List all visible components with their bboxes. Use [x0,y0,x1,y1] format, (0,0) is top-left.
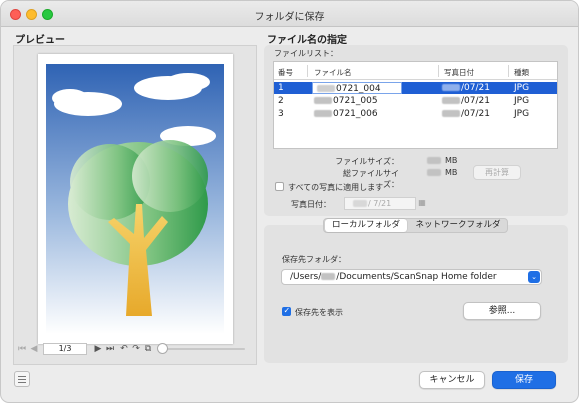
photo-date-field-value: / 7/21 [368,199,392,208]
redacted-text [317,85,335,92]
row-number: 3 [278,109,284,119]
preview-title: プレビュー [15,35,65,46]
first-page-icon[interactable]: ⏮ [17,343,27,355]
file-type-value: JPG [514,109,530,119]
rotate-right-icon[interactable]: ↷ [131,343,141,355]
file-name-spec-title: ファイル名の指定 [267,35,347,46]
column-header-number[interactable]: 番号 [278,67,293,78]
rotate-left-icon[interactable]: ↶ [119,343,129,355]
file-type-value: JPG [514,83,530,93]
titlebar: フォルダに保存 [1,1,578,27]
fit-page-icon[interactable]: ⧉ [143,343,153,355]
zoom-slider-track[interactable] [165,348,245,350]
show-destination-checkbox[interactable] [282,306,291,316]
tab-local-folder[interactable]: ローカルフォルダ [325,219,407,232]
photo-date-field[interactable]: / 7/21 [344,197,416,210]
cancel-button[interactable]: キャンセル [419,371,485,389]
redacted-text [427,157,441,164]
file-size-label: ファイルサイズ： [335,157,399,166]
row-number: 1 [278,83,284,93]
column-header-file-name[interactable]: ファイル名 [314,67,352,78]
destination-path-prefix: /Users/ [290,272,322,282]
file-name-edit-field[interactable]: 0721_004 [312,82,402,94]
file-name-value: 0721_006 [333,109,378,119]
redacted-text [353,200,367,207]
save-button[interactable]: 保存 [492,371,556,389]
folder-group [264,225,568,363]
zoom-slider-knob[interactable] [157,343,168,354]
sidebar-toggle-icon[interactable] [14,371,30,387]
table-row[interactable]: 1 0721_004 /07/21 JPG [274,82,557,94]
redacted-text [442,110,460,117]
preview-pane [13,45,257,365]
browse-button[interactable]: 参照... [463,302,541,320]
photo-date-value: /07/21 [461,109,490,119]
previous-page-icon[interactable]: ◀ [29,343,39,355]
redacted-text [314,110,332,117]
next-page-icon[interactable]: ▶ [93,343,103,355]
destination-path-suffix: /Documents/ScanSnap Home folder [336,272,497,282]
file-list-table: 番号 ファイル名 写真日付 種類 1 0721_004 /07/21 JPG 2… [273,61,558,149]
redacted-text [442,97,460,104]
window-title: フォルダに保存 [254,12,325,23]
redacted-text [314,97,332,104]
destination-folder-select[interactable]: /Users/ /Documents/ScanSnap Home folder ⌄ [281,269,542,285]
file-name-value: 0721_004 [336,84,381,94]
row-number: 2 [278,96,284,106]
destination-folder-label: 保存先フォルダ： [282,255,346,264]
column-header-photo-date[interactable]: 写真日付 [444,67,474,78]
redacted-text [321,273,336,280]
chevron-down-icon[interactable]: ⌄ [528,271,540,283]
preview-controls: ⏮ ◀ 1/3 ▶ ⏭ ↶ ↷ ⧉ [13,343,257,357]
tab-network-folder[interactable]: ネットワークフォルダ [409,219,507,232]
show-destination-label: 保存先を表示 [295,308,343,317]
total-file-size-unit: MB [445,168,458,177]
table-row[interactable]: 2 0721_005 /07/21 JPG [274,95,557,107]
column-header-type[interactable]: 種類 [514,67,529,78]
recalculate-button[interactable]: 再計算 [473,165,521,180]
preview-image [38,54,233,344]
table-row[interactable]: 3 0721_006 /07/21 JPG [274,108,557,120]
photo-date-label: 写真日付： [291,200,331,209]
calendar-icon[interactable]: ▦ [416,197,428,210]
last-page-icon[interactable]: ⏭ [105,343,115,355]
file-size-unit: MB [445,156,458,165]
apply-all-label: すべての写真に適用します [288,183,384,192]
photo-date-value: /07/21 [461,83,490,93]
save-to-folder-dialog: フォルダに保存 プレビュー ⏮ ◀ 1/3 ▶ ⏭ ↶ ↷ ⧉ ファイル名の指定… [0,0,579,403]
tree-illustration [38,54,233,344]
file-name-value: 0721_005 [333,96,378,106]
redacted-text [427,169,441,176]
apply-all-checkbox[interactable] [275,182,284,191]
redacted-text [442,84,460,91]
photo-date-value: /07/21 [461,96,490,106]
folder-type-segmented-control: ローカルフォルダ ネットワークフォルダ [323,218,508,233]
table-header: 番号 ファイル名 写真日付 種類 [274,62,557,80]
page-number-field[interactable]: 1/3 [43,343,87,355]
file-list-label: ファイルリスト： [274,49,338,58]
file-type-value: JPG [514,96,530,106]
